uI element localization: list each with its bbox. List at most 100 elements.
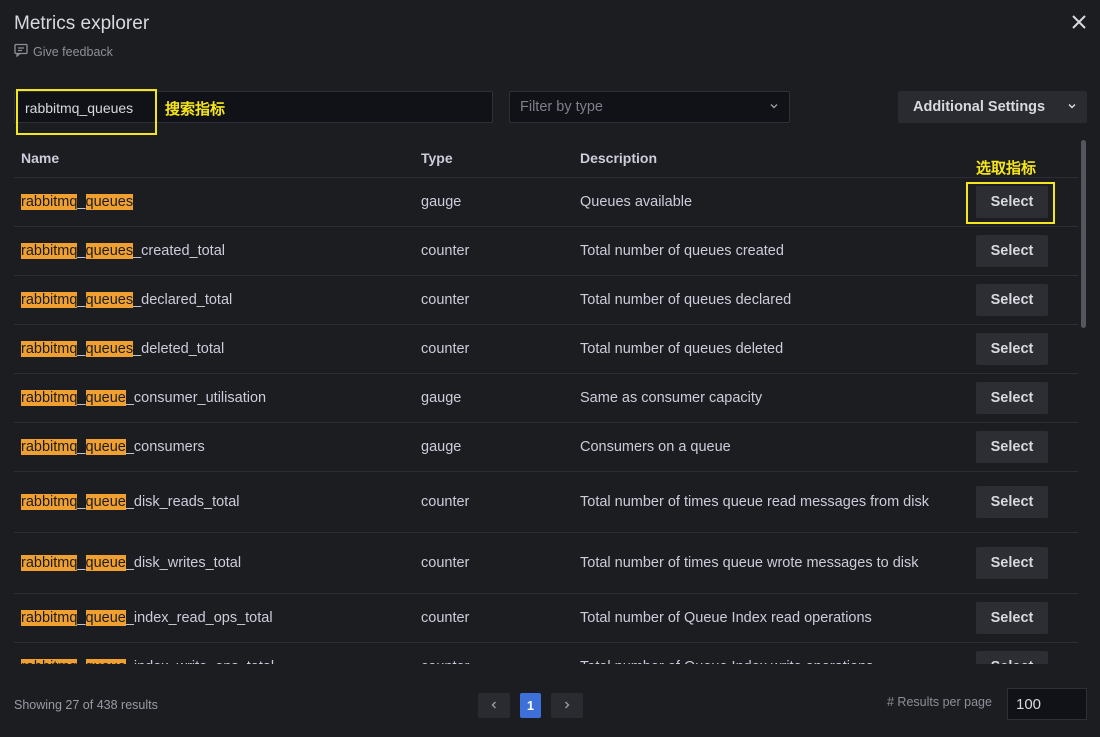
metric-name: rabbitmq _ queue _consumers xyxy=(21,423,205,471)
metric-name-part: _ xyxy=(77,341,86,357)
metric-name: rabbitmq _ queues _declared_total xyxy=(21,276,232,324)
table-row: rabbitmq _ queue _index_read_ops_total count… xyxy=(14,594,1078,643)
close-icon[interactable] xyxy=(1069,12,1089,32)
metric-name-part: _ xyxy=(77,194,86,210)
select-annotation: 选取指标 xyxy=(976,159,1037,177)
table-row: rabbitmq_queue_index_write_ops_total coun… xyxy=(14,643,1078,664)
select-button[interactable]: Select xyxy=(976,333,1048,365)
metrics-table: rabbitmq _ queues gauge Queues available Sele… xyxy=(14,178,1078,664)
metric-description: Total number of Queue Index read operati… xyxy=(580,610,872,626)
metric-name: rabbitmq _ queue _disk_writes_total xyxy=(21,533,241,593)
metric-name-part: _created_total xyxy=(133,243,225,259)
metric-name-part: _ xyxy=(77,659,85,664)
give-feedback-link[interactable]: Give feedback xyxy=(14,43,113,60)
metric-name-part: _ xyxy=(77,292,86,308)
select-button[interactable]: Select xyxy=(976,431,1048,463)
additional-settings-button[interactable]: Additional Settings xyxy=(898,91,1087,123)
table-row: rabbitmq _ queues _deleted_total counter Tota… xyxy=(14,325,1078,374)
table-row: rabbitmq _ queues _created_total counter Tota… xyxy=(14,227,1078,276)
metric-description: Total number of times queue read message… xyxy=(580,494,929,510)
search-match-highlight: rabbitmq xyxy=(21,341,78,357)
additional-settings-label: Additional Settings xyxy=(913,99,1046,115)
metric-type: counter xyxy=(421,494,470,510)
select-button[interactable]: Select xyxy=(976,486,1048,518)
column-header-name: Name xyxy=(21,150,60,166)
search-input[interactable] xyxy=(23,92,487,124)
select-cell: Select xyxy=(976,325,1048,373)
select-cell: Select xyxy=(976,533,1048,593)
select-button[interactable]: Select xyxy=(976,651,1048,664)
metric-name: rabbitmq _ queue _disk_reads_total xyxy=(21,472,240,532)
metric-name: rabbitmq _ queues _deleted_total xyxy=(21,325,224,373)
results-summary: Showing 27 of 438 results xyxy=(14,698,158,712)
metric-name-part: _ xyxy=(77,439,86,455)
metric-name-part: _declared_total xyxy=(133,292,233,308)
select-button[interactable]: Select xyxy=(976,284,1048,316)
search-match-highlight: rabbitmq xyxy=(21,439,78,455)
select-cell: Select xyxy=(976,423,1048,471)
metric-name-part: _ xyxy=(77,610,86,626)
search-field[interactable] xyxy=(14,91,493,124)
results-per-page-label: # Results per page xyxy=(887,695,992,709)
table-row: rabbitmq _ queues gauge Queues available Sele… xyxy=(14,178,1078,227)
metric-name: rabbitmq _ queues xyxy=(21,178,134,226)
search-match-highlight: rabbitmq xyxy=(21,390,78,406)
select-cell: Select xyxy=(976,276,1048,324)
table-row: rabbitmq _ queues _declared_total counter Tot… xyxy=(14,276,1078,325)
select-cell: Select xyxy=(976,472,1048,532)
select-button[interactable]: Select xyxy=(976,235,1048,267)
chevron-down-icon xyxy=(769,99,779,115)
search-match-highlight: rabbitmq xyxy=(21,243,78,259)
metric-name-part: _deleted_total xyxy=(133,341,225,357)
chevron-down-icon xyxy=(1067,99,1077,115)
metric-type: gauge xyxy=(421,390,462,406)
metric-name-part: _ xyxy=(77,243,86,259)
metric-name-part: _ xyxy=(77,494,86,510)
search-match-highlight: queue xyxy=(85,494,126,510)
select-button[interactable]: Select xyxy=(976,382,1048,414)
filter-by-type-select[interactable]: Filter by type xyxy=(509,91,790,123)
search-match-highlight: queue xyxy=(85,390,126,406)
metric-description: Total number of Queue Index write operat… xyxy=(580,643,930,664)
metric-type: counter xyxy=(421,643,469,664)
select-button[interactable]: Select xyxy=(976,186,1048,218)
previous-page-button[interactable] xyxy=(478,693,510,718)
search-match-highlight: queues xyxy=(85,194,134,210)
search-match-highlight: queues xyxy=(85,292,134,308)
next-page-button[interactable] xyxy=(551,693,583,718)
table-header: Name Type Description xyxy=(14,140,1078,178)
metric-type: counter xyxy=(421,610,470,626)
search-match-highlight: queues xyxy=(85,243,134,259)
search-match-highlight: rabbitmq xyxy=(21,194,78,210)
search-match-highlight: rabbitmq xyxy=(21,610,78,626)
metric-description: Queues available xyxy=(580,194,693,210)
metric-description: Total number of queues declared xyxy=(580,292,792,308)
table-row: rabbitmq _ queue _consumer_utilisation gauge… xyxy=(14,374,1078,423)
metric-name-part: _disk_writes_total xyxy=(125,555,242,571)
table-row: rabbitmq _ queue _disk_reads_total counter To… xyxy=(14,472,1078,533)
column-header-type: Type xyxy=(421,150,453,166)
filter-placeholder: Filter by type xyxy=(520,99,603,115)
page-1-button[interactable]: 1 xyxy=(520,693,541,718)
select-cell: Select xyxy=(976,374,1048,422)
search-match-highlight: queues xyxy=(85,341,134,357)
metric-name: rabbitmq_queue_index_write_ops_total xyxy=(21,643,274,664)
metric-name: rabbitmq _ queue _consumer_utilisation xyxy=(21,374,266,422)
select-cell: Select xyxy=(976,178,1048,226)
search-match-highlight: queue xyxy=(85,610,126,626)
results-per-page-input[interactable] xyxy=(1007,688,1087,720)
table-scrollbar[interactable] xyxy=(1081,140,1086,328)
metric-description: Total number of queues deleted xyxy=(580,341,784,357)
metric-description: Same as consumer capacity xyxy=(580,390,763,406)
metric-name-part: _consumer_utilisation xyxy=(125,390,267,406)
metric-name-part: _ xyxy=(77,555,86,571)
metric-name-part: _disk_reads_total xyxy=(125,494,240,510)
chevron-left-icon xyxy=(489,698,499,713)
search-match-highlight: rabbitmq xyxy=(21,494,78,510)
select-cell: Select xyxy=(976,227,1048,275)
select-button[interactable]: Select xyxy=(976,602,1048,634)
column-header-description: Description xyxy=(580,150,658,166)
select-button[interactable]: Select xyxy=(976,547,1048,579)
metric-type: gauge xyxy=(421,194,462,210)
search-match-highlight: rabbitmq xyxy=(21,292,78,308)
